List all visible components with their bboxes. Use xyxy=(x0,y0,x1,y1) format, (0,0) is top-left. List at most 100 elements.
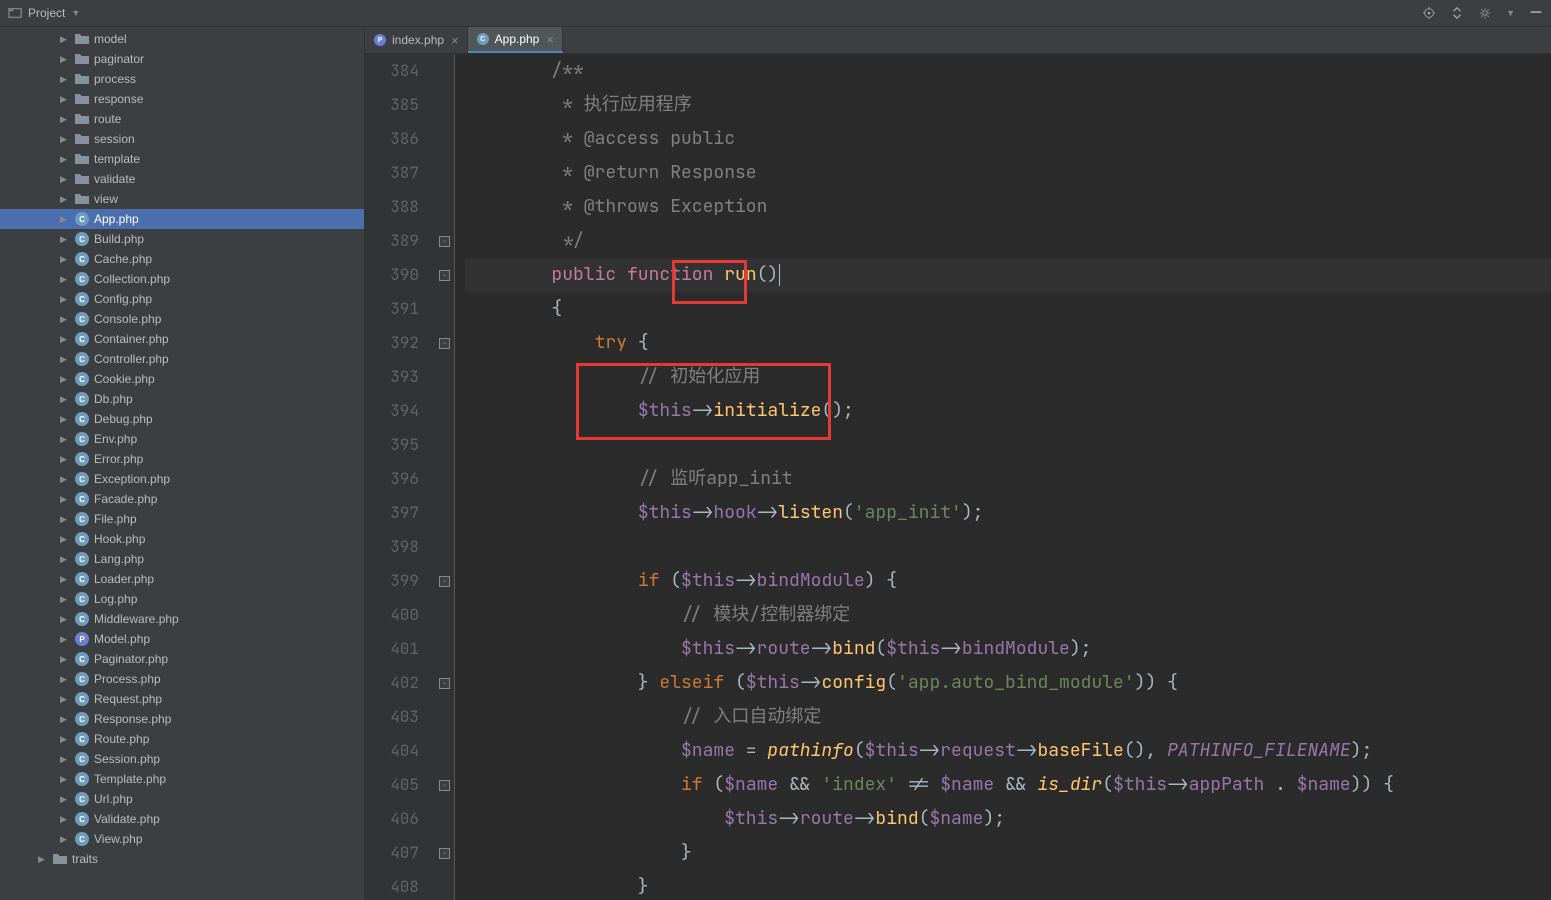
code-line[interactable]: $this->route->bind($this->bindModule); xyxy=(465,632,1551,666)
fold-mark[interactable] xyxy=(435,122,454,156)
tree-item-response[interactable]: response xyxy=(0,89,364,109)
code-editor[interactable]: 3843853863873883893903913923933943953963… xyxy=(365,54,1551,900)
tree-item-request-php[interactable]: CRequest.php xyxy=(0,689,364,709)
tree-item-container-php[interactable]: CContainer.php xyxy=(0,329,364,349)
tree-item-exception-php[interactable]: CException.php xyxy=(0,469,364,489)
fold-mark[interactable] xyxy=(435,360,454,394)
fold-mark[interactable] xyxy=(435,496,454,530)
tree-item-model-php[interactable]: PModel.php xyxy=(0,629,364,649)
tree-item-template[interactable]: template xyxy=(0,149,364,169)
tree-arrow-icon[interactable] xyxy=(60,634,70,645)
code-line[interactable]: /** xyxy=(465,54,1551,88)
code-line[interactable]: try { xyxy=(465,326,1551,360)
hide-icon[interactable] xyxy=(1529,6,1543,20)
code-line[interactable]: if ($this->bindModule) { xyxy=(465,564,1551,598)
tree-item-route[interactable]: route xyxy=(0,109,364,129)
fold-open-icon[interactable]: − xyxy=(439,780,450,791)
tree-item-middleware-php[interactable]: CMiddleware.php xyxy=(0,609,364,629)
fold-mark[interactable]: − xyxy=(435,836,454,870)
tree-arrow-icon[interactable] xyxy=(60,794,70,805)
code-line[interactable]: */ xyxy=(465,224,1551,258)
tree-item-paginator-php[interactable]: CPaginator.php xyxy=(0,649,364,669)
fold-mark[interactable] xyxy=(435,88,454,122)
tree-arrow-icon[interactable] xyxy=(60,834,70,845)
code-line[interactable]: if ($name && 'index' != $name && is_dir(… xyxy=(465,768,1551,802)
tree-item-validate[interactable]: validate xyxy=(0,169,364,189)
code-line[interactable]: $this->hook->listen('app_init'); xyxy=(465,496,1551,530)
tree-arrow-icon[interactable] xyxy=(60,574,70,585)
fold-mark[interactable] xyxy=(435,530,454,564)
tree-arrow-icon[interactable] xyxy=(60,814,70,825)
code-line[interactable]: // 初始化应用 xyxy=(465,360,1551,394)
tree-arrow-icon[interactable] xyxy=(60,654,70,665)
tree-arrow-icon[interactable] xyxy=(60,134,70,145)
fold-mark[interactable] xyxy=(435,598,454,632)
tree-arrow-icon[interactable] xyxy=(60,394,70,405)
tree-item-env-php[interactable]: CEnv.php xyxy=(0,429,364,449)
code-line[interactable]: // 入口自动绑定 xyxy=(465,700,1551,734)
fold-open-icon[interactable]: − xyxy=(439,270,450,281)
code-line[interactable]: $this->route->bind($name); xyxy=(465,802,1551,836)
fold-mark[interactable] xyxy=(435,870,454,900)
tree-item-process[interactable]: process xyxy=(0,69,364,89)
code-line[interactable]: { xyxy=(465,292,1551,326)
code-area[interactable]: /** * 执行应用程序 * @access public * @return … xyxy=(455,54,1551,900)
tree-item-response-php[interactable]: CResponse.php xyxy=(0,709,364,729)
fold-mark[interactable]: − xyxy=(435,224,454,258)
tree-arrow-icon[interactable] xyxy=(60,354,70,365)
tree-item-console-php[interactable]: CConsole.php xyxy=(0,309,364,329)
tree-item-cookie-php[interactable]: CCookie.php xyxy=(0,369,364,389)
tree-item-view[interactable]: view xyxy=(0,189,364,209)
tree-arrow-icon[interactable] xyxy=(60,154,70,165)
tree-arrow-icon[interactable] xyxy=(60,614,70,625)
tree-item-template-php[interactable]: CTemplate.php xyxy=(0,769,364,789)
tree-arrow-icon[interactable] xyxy=(60,194,70,205)
fold-close-icon[interactable]: − xyxy=(439,848,450,859)
tree-item-db-php[interactable]: CDb.php xyxy=(0,389,364,409)
fold-mark[interactable] xyxy=(435,54,454,88)
code-line[interactable]: } xyxy=(465,836,1551,870)
fold-mark[interactable] xyxy=(435,462,454,496)
tree-item-traits[interactable]: traits xyxy=(0,849,364,869)
fold-mark[interactable]: − xyxy=(435,258,454,292)
tree-item-session[interactable]: session xyxy=(0,129,364,149)
tree-arrow-icon[interactable] xyxy=(60,114,70,125)
tree-item-error-php[interactable]: CError.php xyxy=(0,449,364,469)
tree-item-process-php[interactable]: CProcess.php xyxy=(0,669,364,689)
tree-item-cache-php[interactable]: CCache.php xyxy=(0,249,364,269)
target-icon[interactable] xyxy=(1422,6,1436,20)
tree-arrow-icon[interactable] xyxy=(60,714,70,725)
tree-item-app-php[interactable]: CApp.php xyxy=(0,209,364,229)
fold-mark[interactable] xyxy=(435,156,454,190)
tree-item-controller-php[interactable]: CController.php xyxy=(0,349,364,369)
gear-icon[interactable] xyxy=(1478,6,1492,20)
code-line[interactable]: public function run() xyxy=(465,258,1551,292)
fold-mark[interactable] xyxy=(435,428,454,462)
fold-mark[interactable] xyxy=(435,632,454,666)
code-line[interactable] xyxy=(465,428,1551,462)
tree-arrow-icon[interactable] xyxy=(60,274,70,285)
tree-item-model[interactable]: model xyxy=(0,29,364,49)
tree-arrow-icon[interactable] xyxy=(60,334,70,345)
fold-mark[interactable] xyxy=(435,190,454,224)
tab-app-php[interactable]: CApp.php× xyxy=(468,27,563,53)
code-line[interactable]: * @return Response xyxy=(465,156,1551,190)
code-line[interactable]: } elseif ($this->config('app.auto_bind_m… xyxy=(465,666,1551,700)
tree-arrow-icon[interactable] xyxy=(60,474,70,485)
code-line[interactable]: // 模块/控制器绑定 xyxy=(465,598,1551,632)
fold-mark[interactable] xyxy=(435,734,454,768)
fold-open-icon[interactable]: − xyxy=(439,678,450,689)
tree-item-hook-php[interactable]: CHook.php xyxy=(0,529,364,549)
code-line[interactable]: * @access public xyxy=(465,122,1551,156)
tree-item-facade-php[interactable]: CFacade.php xyxy=(0,489,364,509)
tree-arrow-icon[interactable] xyxy=(60,234,70,245)
tree-arrow-icon[interactable] xyxy=(60,374,70,385)
tree-arrow-icon[interactable] xyxy=(60,694,70,705)
code-line[interactable]: * @throws Exception xyxy=(465,190,1551,224)
tree-item-log-php[interactable]: CLog.php xyxy=(0,589,364,609)
tree-arrow-icon[interactable] xyxy=(60,174,70,185)
tree-arrow-icon[interactable] xyxy=(60,754,70,765)
tree-arrow-icon[interactable] xyxy=(60,214,70,225)
code-line[interactable] xyxy=(465,530,1551,564)
tree-arrow-icon[interactable] xyxy=(60,454,70,465)
